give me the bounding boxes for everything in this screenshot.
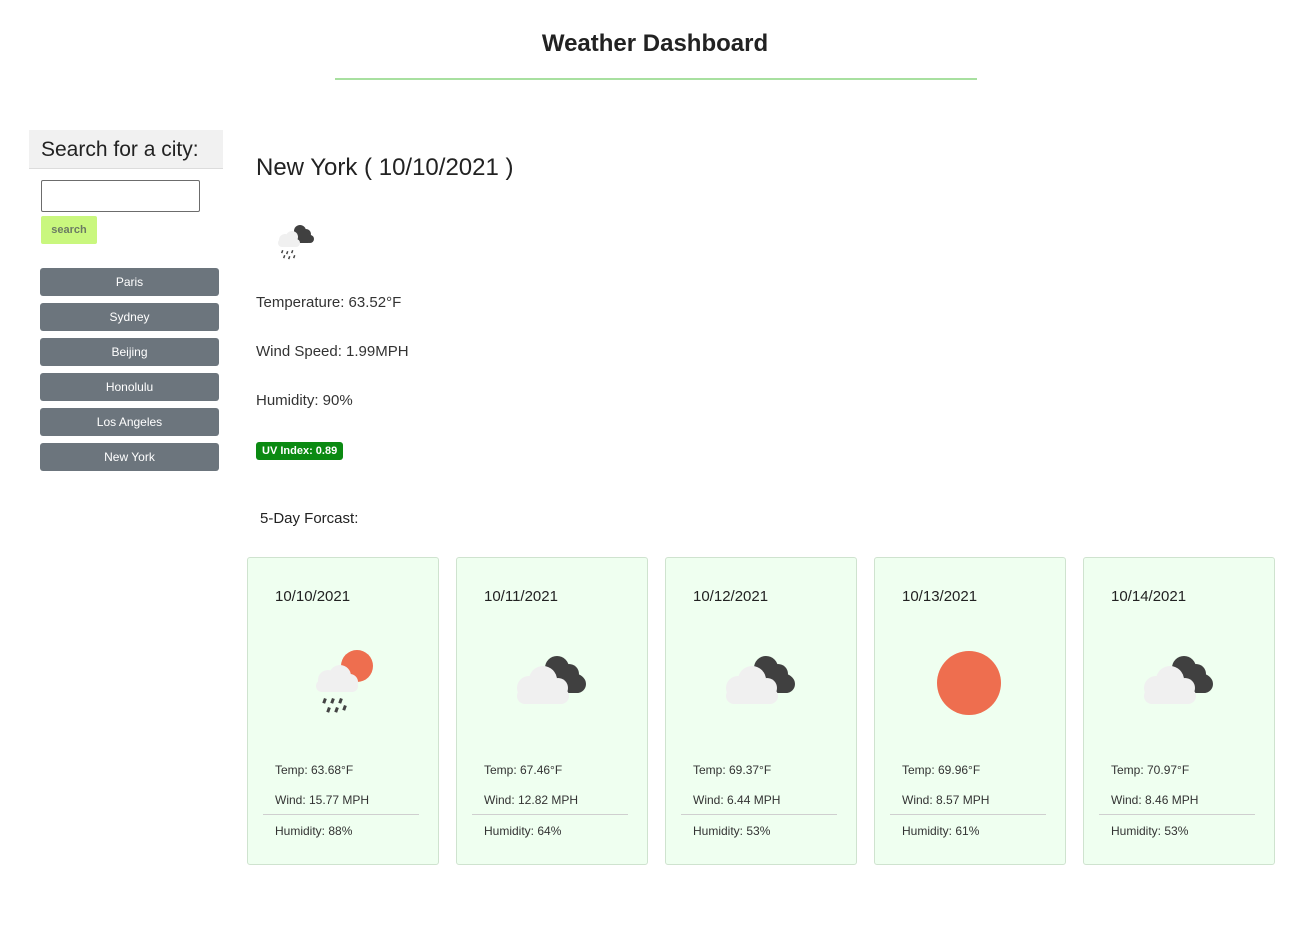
forecast-card: 10/10/2021 Temp: 63.68°F Wind: 15.77 MPH… (247, 557, 439, 865)
forecast-date: 10/14/2021 (1111, 588, 1187, 605)
forecast-wind: Wind: 12.82 MPH (484, 793, 579, 807)
current-weather: New York ( 10/10/2021 ) Temperature: 63.… (256, 150, 956, 460)
current-wind-speed: Wind Speed: 1.99MPH (256, 343, 409, 360)
broken-clouds-icon (722, 646, 798, 718)
city-button-beijing[interactable]: Beijing (40, 338, 219, 366)
weather-dashboard-page: Weather Dashboard Search for a city: sea… (0, 0, 1310, 950)
city-button-sydney[interactable]: Sydney (40, 303, 219, 331)
sidebar: Search for a city: search Paris Sydney B… (29, 130, 223, 471)
header: Weather Dashboard (0, 0, 1310, 82)
forecast-card: 10/13/2021 Temp: 69.96°F Wind: 8.57 MPH … (874, 557, 1066, 865)
forecast-humidity: Humidity: 88% (275, 824, 353, 838)
forecast-card: 10/14/2021 Temp: 70.97°F Wind: 8.46 MPH … (1083, 557, 1275, 865)
card-divider (1099, 814, 1255, 815)
forecast-heading: 5-Day Forcast: (260, 510, 359, 527)
forecast-humidity: Humidity: 53% (1111, 824, 1189, 838)
forecast-humidity: Humidity: 61% (902, 824, 980, 838)
sun-cloud-rain-icon (304, 646, 380, 718)
city-button-new-york[interactable]: New York (40, 443, 219, 471)
forecast-humidity: Humidity: 64% (484, 824, 562, 838)
city-button-los-angeles[interactable]: Los Angeles (40, 408, 219, 436)
forecast-temp: Temp: 69.96°F (902, 763, 981, 777)
uv-index-badge: UV Index: 0.89 (256, 442, 344, 460)
search-button[interactable]: search (41, 216, 97, 244)
broken-clouds-icon (1140, 646, 1216, 718)
forecast-temp: Temp: 63.68°F (275, 763, 354, 777)
forecast-date: 10/13/2021 (902, 588, 978, 605)
forecast-temp: Temp: 69.37°F (693, 763, 772, 777)
forecast-card: 10/11/2021 Temp: 67.46°F Wind: 12.82 MPH… (456, 557, 648, 865)
card-divider (890, 814, 1046, 815)
header-divider (335, 78, 977, 80)
dark-cloud-rain-icon (270, 214, 318, 262)
forecast-wind: Wind: 15.77 MPH (275, 793, 370, 807)
forecast-date: 10/12/2021 (693, 588, 769, 605)
forecast-temp: Temp: 67.46°F (484, 763, 563, 777)
city-history-list: Paris Sydney Beijing Honolulu Los Angele… (40, 268, 219, 478)
forecast-date: 10/10/2021 (275, 588, 351, 605)
current-city-heading: New York ( 10/10/2021 ) (256, 154, 514, 181)
forecast-wind: Wind: 8.57 MPH (902, 793, 990, 807)
card-divider (263, 814, 419, 815)
forecast-humidity: Humidity: 53% (693, 824, 771, 838)
city-button-paris[interactable]: Paris (40, 268, 219, 296)
forecast-wind: Wind: 6.44 MPH (693, 793, 781, 807)
city-search-input[interactable] (41, 180, 200, 212)
forecast-temp: Temp: 70.97°F (1111, 763, 1190, 777)
sun-icon (931, 646, 1007, 718)
page-title: Weather Dashboard (541, 30, 769, 57)
search-heading: Search for a city: (29, 130, 223, 169)
forecast-wind: Wind: 8.46 MPH (1111, 793, 1199, 807)
forecast-date: 10/11/2021 (484, 588, 558, 605)
card-divider (472, 814, 628, 815)
city-button-honolulu[interactable]: Honolulu (40, 373, 219, 401)
card-divider (681, 814, 837, 815)
broken-clouds-icon (513, 646, 589, 718)
current-temperature: Temperature: 63.52°F (256, 294, 402, 311)
current-humidity: Humidity: 90% (256, 392, 353, 409)
forecast-card: 10/12/2021 Temp: 69.37°F Wind: 6.44 MPH … (665, 557, 857, 865)
